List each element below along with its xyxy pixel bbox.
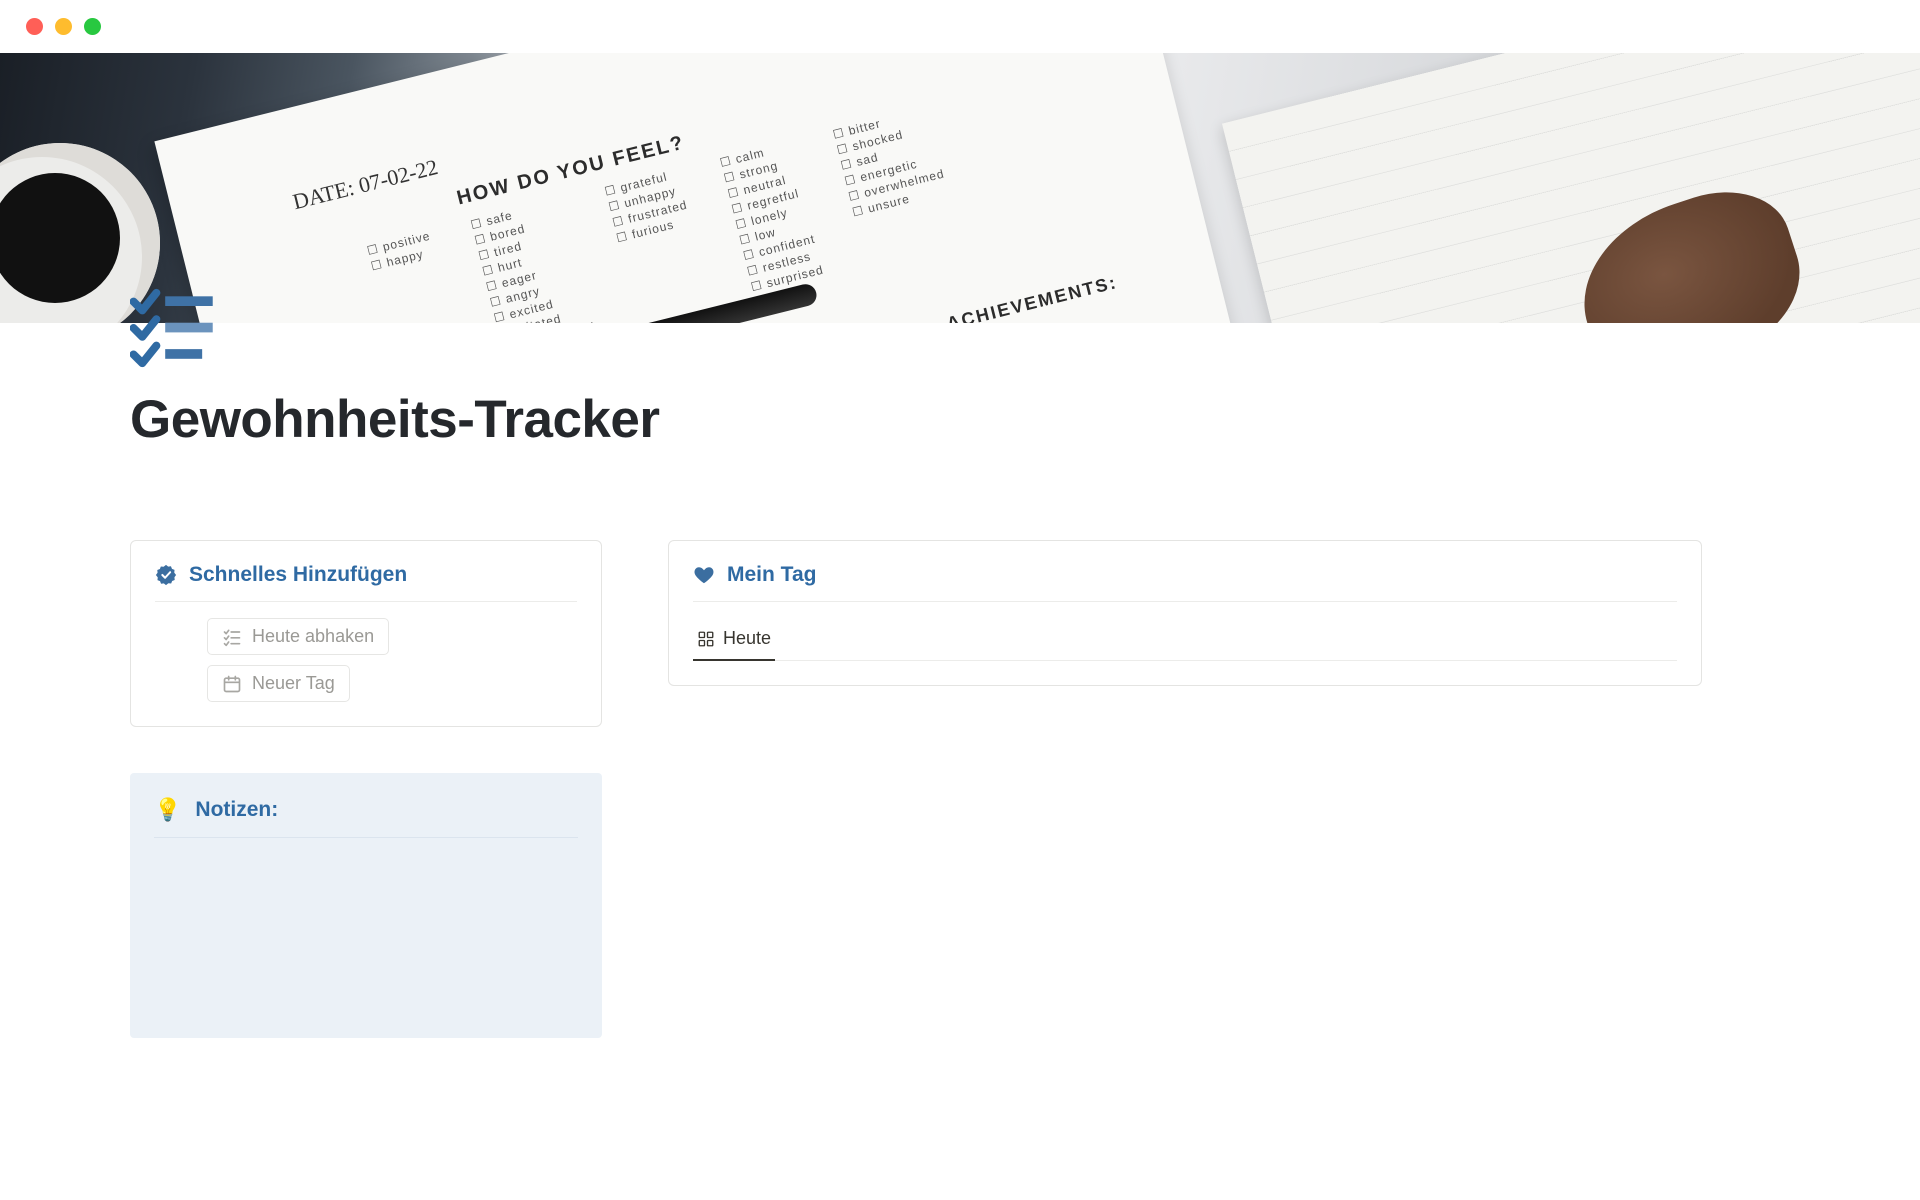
page-icon[interactable] xyxy=(130,284,218,372)
quick-add-card: Schnelles Hinzufügen Heute abhaken xyxy=(130,540,602,727)
heart-icon xyxy=(693,564,715,586)
tab-today-label: Heute xyxy=(723,628,771,649)
window-close-button[interactable] xyxy=(26,18,43,35)
columns-row: Schnelles Hinzufügen Heute abhaken xyxy=(130,540,1790,1038)
my-day-card: Mein Tag Heute xyxy=(668,540,1702,686)
cover-date-label: DATE: xyxy=(290,175,357,214)
cover-date: 07-02-22 xyxy=(356,154,440,198)
tabs-underline xyxy=(693,660,1677,661)
notes-header: 💡 Notizen: xyxy=(154,797,578,838)
new-day-button[interactable]: Neuer Tag xyxy=(207,665,350,702)
my-day-title: Mein Tag xyxy=(727,563,816,587)
notes-card[interactable]: 💡 Notizen: xyxy=(130,773,602,1038)
cover-lined-page xyxy=(1222,53,1920,323)
check-today-label: Heute abhaken xyxy=(252,626,374,647)
quick-add-title: Schnelles Hinzufügen xyxy=(189,563,407,587)
my-day-tabs: Heute xyxy=(693,602,1677,661)
window-zoom-button[interactable] xyxy=(84,18,101,35)
page-body: Gewohnheits-Tracker Schnelles Hinzufügen xyxy=(0,323,1920,1038)
tab-today[interactable]: Heute xyxy=(693,628,775,661)
cover-achievements-label: ACHIEVEMENTS: xyxy=(945,272,1120,323)
cover-journal-page: DATE: 07-02-22 HOW DO YOU FEEL? ☐ positi… xyxy=(154,53,1245,323)
notes-title: Notizen: xyxy=(195,798,278,822)
gallery-view-icon xyxy=(697,630,715,648)
my-day-header: Mein Tag xyxy=(693,563,1677,602)
lightbulb-icon: 💡 xyxy=(154,797,181,823)
window-minimize-button[interactable] xyxy=(55,18,72,35)
page-cover[interactable]: DATE: 07-02-22 HOW DO YOU FEEL? ☐ positi… xyxy=(0,53,1920,323)
left-column: Schnelles Hinzufügen Heute abhaken xyxy=(130,540,602,1038)
window-titlebar xyxy=(0,0,1920,53)
badge-check-icon xyxy=(155,564,177,586)
page-title[interactable]: Gewohnheits-Tracker xyxy=(130,389,1790,450)
new-day-label: Neuer Tag xyxy=(252,673,335,694)
check-today-button[interactable]: Heute abhaken xyxy=(207,618,389,655)
checklist-icon xyxy=(130,284,218,372)
quick-add-header: Schnelles Hinzufügen xyxy=(155,563,577,602)
calendar-icon xyxy=(222,674,242,694)
checklist-small-icon xyxy=(222,627,242,647)
quick-add-actions: Heute abhaken Neuer Tag xyxy=(155,602,577,702)
